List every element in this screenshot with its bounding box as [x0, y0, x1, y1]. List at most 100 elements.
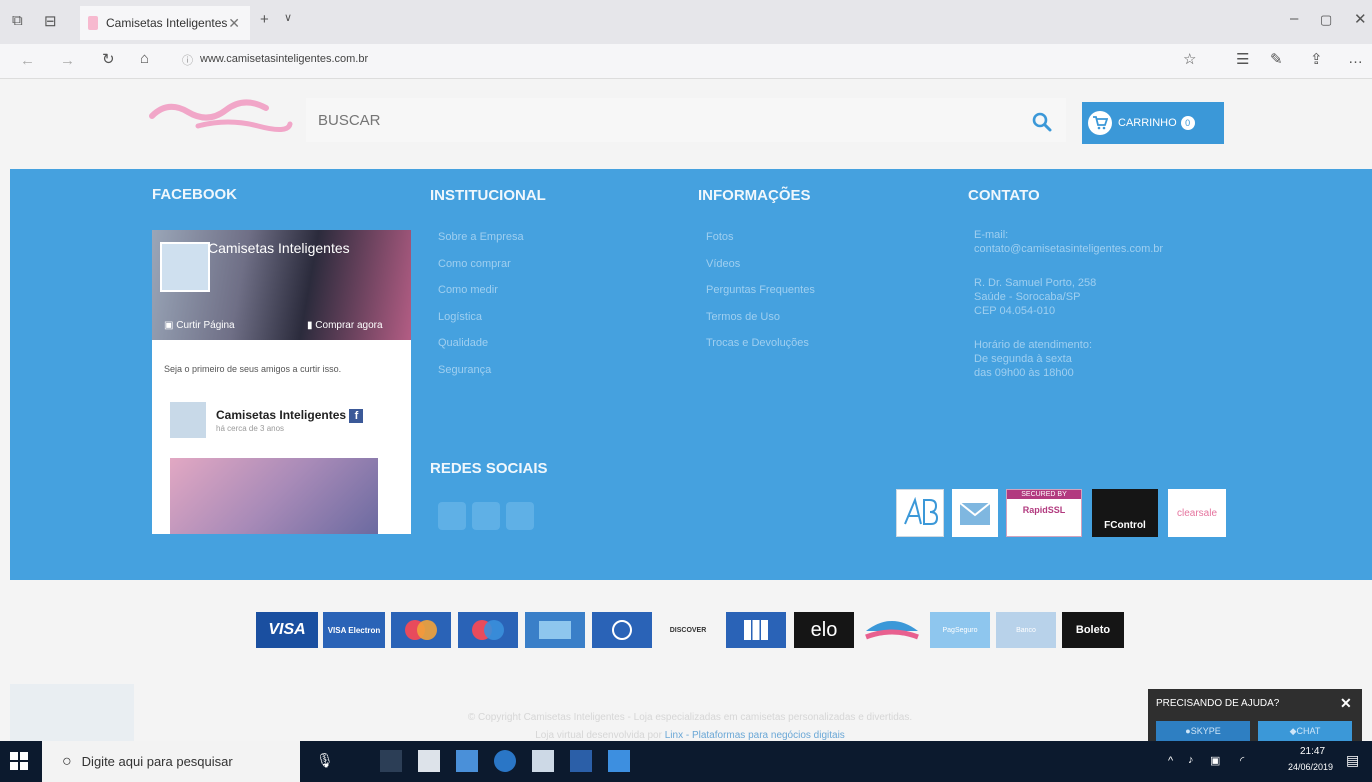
facebook-cover: Camisetas Inteligentes ▣ Curtir Página ▮… — [152, 230, 411, 340]
home-icon[interactable]: ⌂ — [140, 50, 149, 67]
tab-preview-icon[interactable]: ⧉ — [12, 12, 23, 29]
visa-badge: VISA — [256, 612, 318, 648]
facebook-social-icon[interactable] — [438, 502, 466, 530]
word-app-icon[interactable] — [570, 750, 592, 772]
facebook-page-widget[interactable]: Camisetas Inteligentes ▣ Curtir Página ▮… — [152, 230, 411, 534]
facebook-page-name[interactable]: Camisetas Inteligentes — [208, 240, 350, 256]
more-icon[interactable]: … — [1348, 50, 1363, 67]
redes-sociais-heading: REDES SOCIAIS — [430, 460, 548, 477]
link-fotos[interactable]: Fotos — [706, 224, 815, 251]
discover-label: DISCOVER — [669, 626, 707, 634]
shop-now-button[interactable]: ▮ Comprar agora — [307, 320, 383, 331]
chrome-app-icon[interactable] — [494, 750, 516, 772]
clearsale-label: clearsale — [1176, 507, 1218, 519]
tab-aside-icon[interactable]: ⊟ — [44, 12, 57, 30]
shield-seal-icon — [959, 502, 991, 525]
chevron-down-icon[interactable]: ∨ — [284, 11, 292, 24]
window-close-icon[interactable]: ✕ — [1354, 10, 1367, 28]
security-seal[interactable] — [952, 489, 998, 537]
link-como-comprar[interactable]: Como comprar — [438, 251, 524, 278]
email-label: E-mail: — [974, 229, 1009, 241]
info-icon[interactable]: ⓘ — [182, 52, 193, 68]
link-como-medir[interactable]: Como medir — [438, 277, 524, 304]
facebook-heading: FACEBOOK — [152, 186, 238, 203]
hours-line-1: De segunda à sexta — [974, 353, 1072, 365]
back-icon[interactable]: ← — [20, 52, 35, 69]
favicon-icon — [88, 16, 98, 30]
chat-button[interactable]: ◆ CHAT — [1258, 721, 1352, 741]
clearsale-seal[interactable]: clearsale — [1168, 489, 1226, 537]
wifi-icon[interactable]: ◜ — [1240, 754, 1244, 767]
link-videos[interactable]: Vídeos — [706, 251, 815, 278]
chat-title: PRECISANDO DE AJUDA? — [1156, 698, 1280, 709]
link-termos-de-uso[interactable]: Termos de Uso — [706, 304, 815, 331]
edge-app-icon[interactable] — [608, 750, 630, 772]
cart-label: CARRINHO — [1118, 117, 1177, 129]
notifications-icon[interactable]: ▤ — [1346, 752, 1359, 769]
page-avatar — [160, 242, 210, 292]
post-image[interactable] — [170, 458, 378, 534]
volume-icon[interactable]: ♪ — [1188, 754, 1194, 766]
taskbar-search[interactable]: ○ Digite aqui para pesquisar — [42, 741, 300, 782]
link-seguranca[interactable]: Segurança — [438, 357, 524, 384]
minimize-icon[interactable]: – — [1290, 10, 1298, 27]
network-icon[interactable]: ▣ — [1210, 754, 1220, 767]
abcomm-seal[interactable] — [896, 489, 944, 537]
favorites-list-icon[interactable]: ☰ — [1236, 50, 1249, 68]
pagseguro-label: PagSeguro — [942, 626, 978, 634]
fcontrol-label: FControl — [1104, 520, 1146, 531]
share-icon[interactable]: ⇪ — [1310, 50, 1323, 68]
favorite-star-icon[interactable]: ☆ — [1183, 50, 1196, 68]
browser-tab-active[interactable]: Camisetas Inteligentes ✕ — [80, 6, 250, 40]
photos-app-icon[interactable] — [418, 750, 440, 772]
cart-icon — [1088, 111, 1112, 135]
rapidssl-seal[interactable]: SECURED BY RapidSSL — [1006, 489, 1082, 537]
close-tab-icon[interactable]: ✕ — [228, 15, 240, 32]
windows-start-icon[interactable] — [10, 752, 28, 775]
search-button[interactable] — [1028, 108, 1056, 136]
skype-label: SKYPE — [1190, 726, 1221, 736]
url-field[interactable]: www.camisetasinteligentes.com.br — [200, 53, 368, 65]
aura-icon — [865, 621, 919, 640]
app-icon[interactable] — [532, 750, 554, 772]
skype-button[interactable]: ● SKYPE — [1156, 721, 1250, 741]
informacoes-heading: INFORMAÇÕES — [698, 187, 811, 204]
friends-like-text: Seja o primeiro de seus amigos a curtir … — [164, 364, 342, 374]
link-perguntas-frequentes[interactable]: Perguntas Frequentes — [706, 277, 815, 304]
forward-icon[interactable]: → — [60, 52, 75, 69]
microphone-icon[interactable]: 🎙 — [316, 752, 334, 769]
hours-label: Horário de atendimento: — [974, 339, 1093, 351]
maestro-badge — [458, 612, 518, 648]
tray-chevron-icon[interactable]: ^ — [1168, 755, 1173, 767]
link-sobre-empresa[interactable]: Sobre a Empresa — [438, 224, 524, 251]
boleto-label: Boleto — [1075, 624, 1111, 636]
new-tab-icon[interactable]: + — [260, 11, 269, 28]
task-view-icon[interactable] — [380, 750, 402, 772]
rapidssl-secured-label: SECURED BY — [1007, 490, 1081, 499]
search-input[interactable] — [306, 98, 1066, 142]
twitter-social-icon[interactable] — [472, 502, 500, 530]
instagram-social-icon[interactable] — [506, 502, 534, 530]
developer-prefix: Loja virtual desenvolvida por — [535, 730, 662, 741]
post-author[interactable]: Camisetas Inteligentes f — [216, 408, 364, 423]
taskbar-date[interactable]: 24/06/2019 — [1288, 762, 1333, 772]
site-logo[interactable] — [148, 96, 293, 136]
chat-close-icon[interactable]: ✕ — [1340, 695, 1352, 712]
pen-icon[interactable]: ✎ — [1270, 50, 1283, 68]
link-trocas-devolucoes[interactable]: Trocas e Devoluções — [706, 330, 815, 357]
cart-button[interactable]: CARRINHO 0 — [1082, 102, 1224, 144]
like-page-button[interactable]: ▣ Curtir Página — [164, 320, 235, 331]
post-avatar — [170, 402, 206, 438]
refresh-icon[interactable]: ↻ — [102, 50, 115, 68]
link-qualidade[interactable]: Qualidade — [438, 330, 524, 357]
address-line-1: R. Dr. Samuel Porto, 258 — [974, 277, 1097, 289]
taskbar-clock[interactable]: 21:47 — [1300, 746, 1325, 757]
explorer-app-icon[interactable] — [456, 750, 478, 772]
restore-icon[interactable]: ▢ — [1320, 12, 1332, 28]
fcontrol-seal[interactable]: FControl — [1092, 489, 1158, 537]
linx-link[interactable]: Linx - Plataformas para negócios digitai… — [665, 730, 845, 741]
email-link[interactable]: contato@camisetasinteligentes.com.br — [974, 242, 1163, 256]
bottom-left-panel — [10, 684, 134, 742]
post-time: há cerca de 3 anos — [216, 424, 285, 433]
link-logistica[interactable]: Logística — [438, 304, 524, 331]
